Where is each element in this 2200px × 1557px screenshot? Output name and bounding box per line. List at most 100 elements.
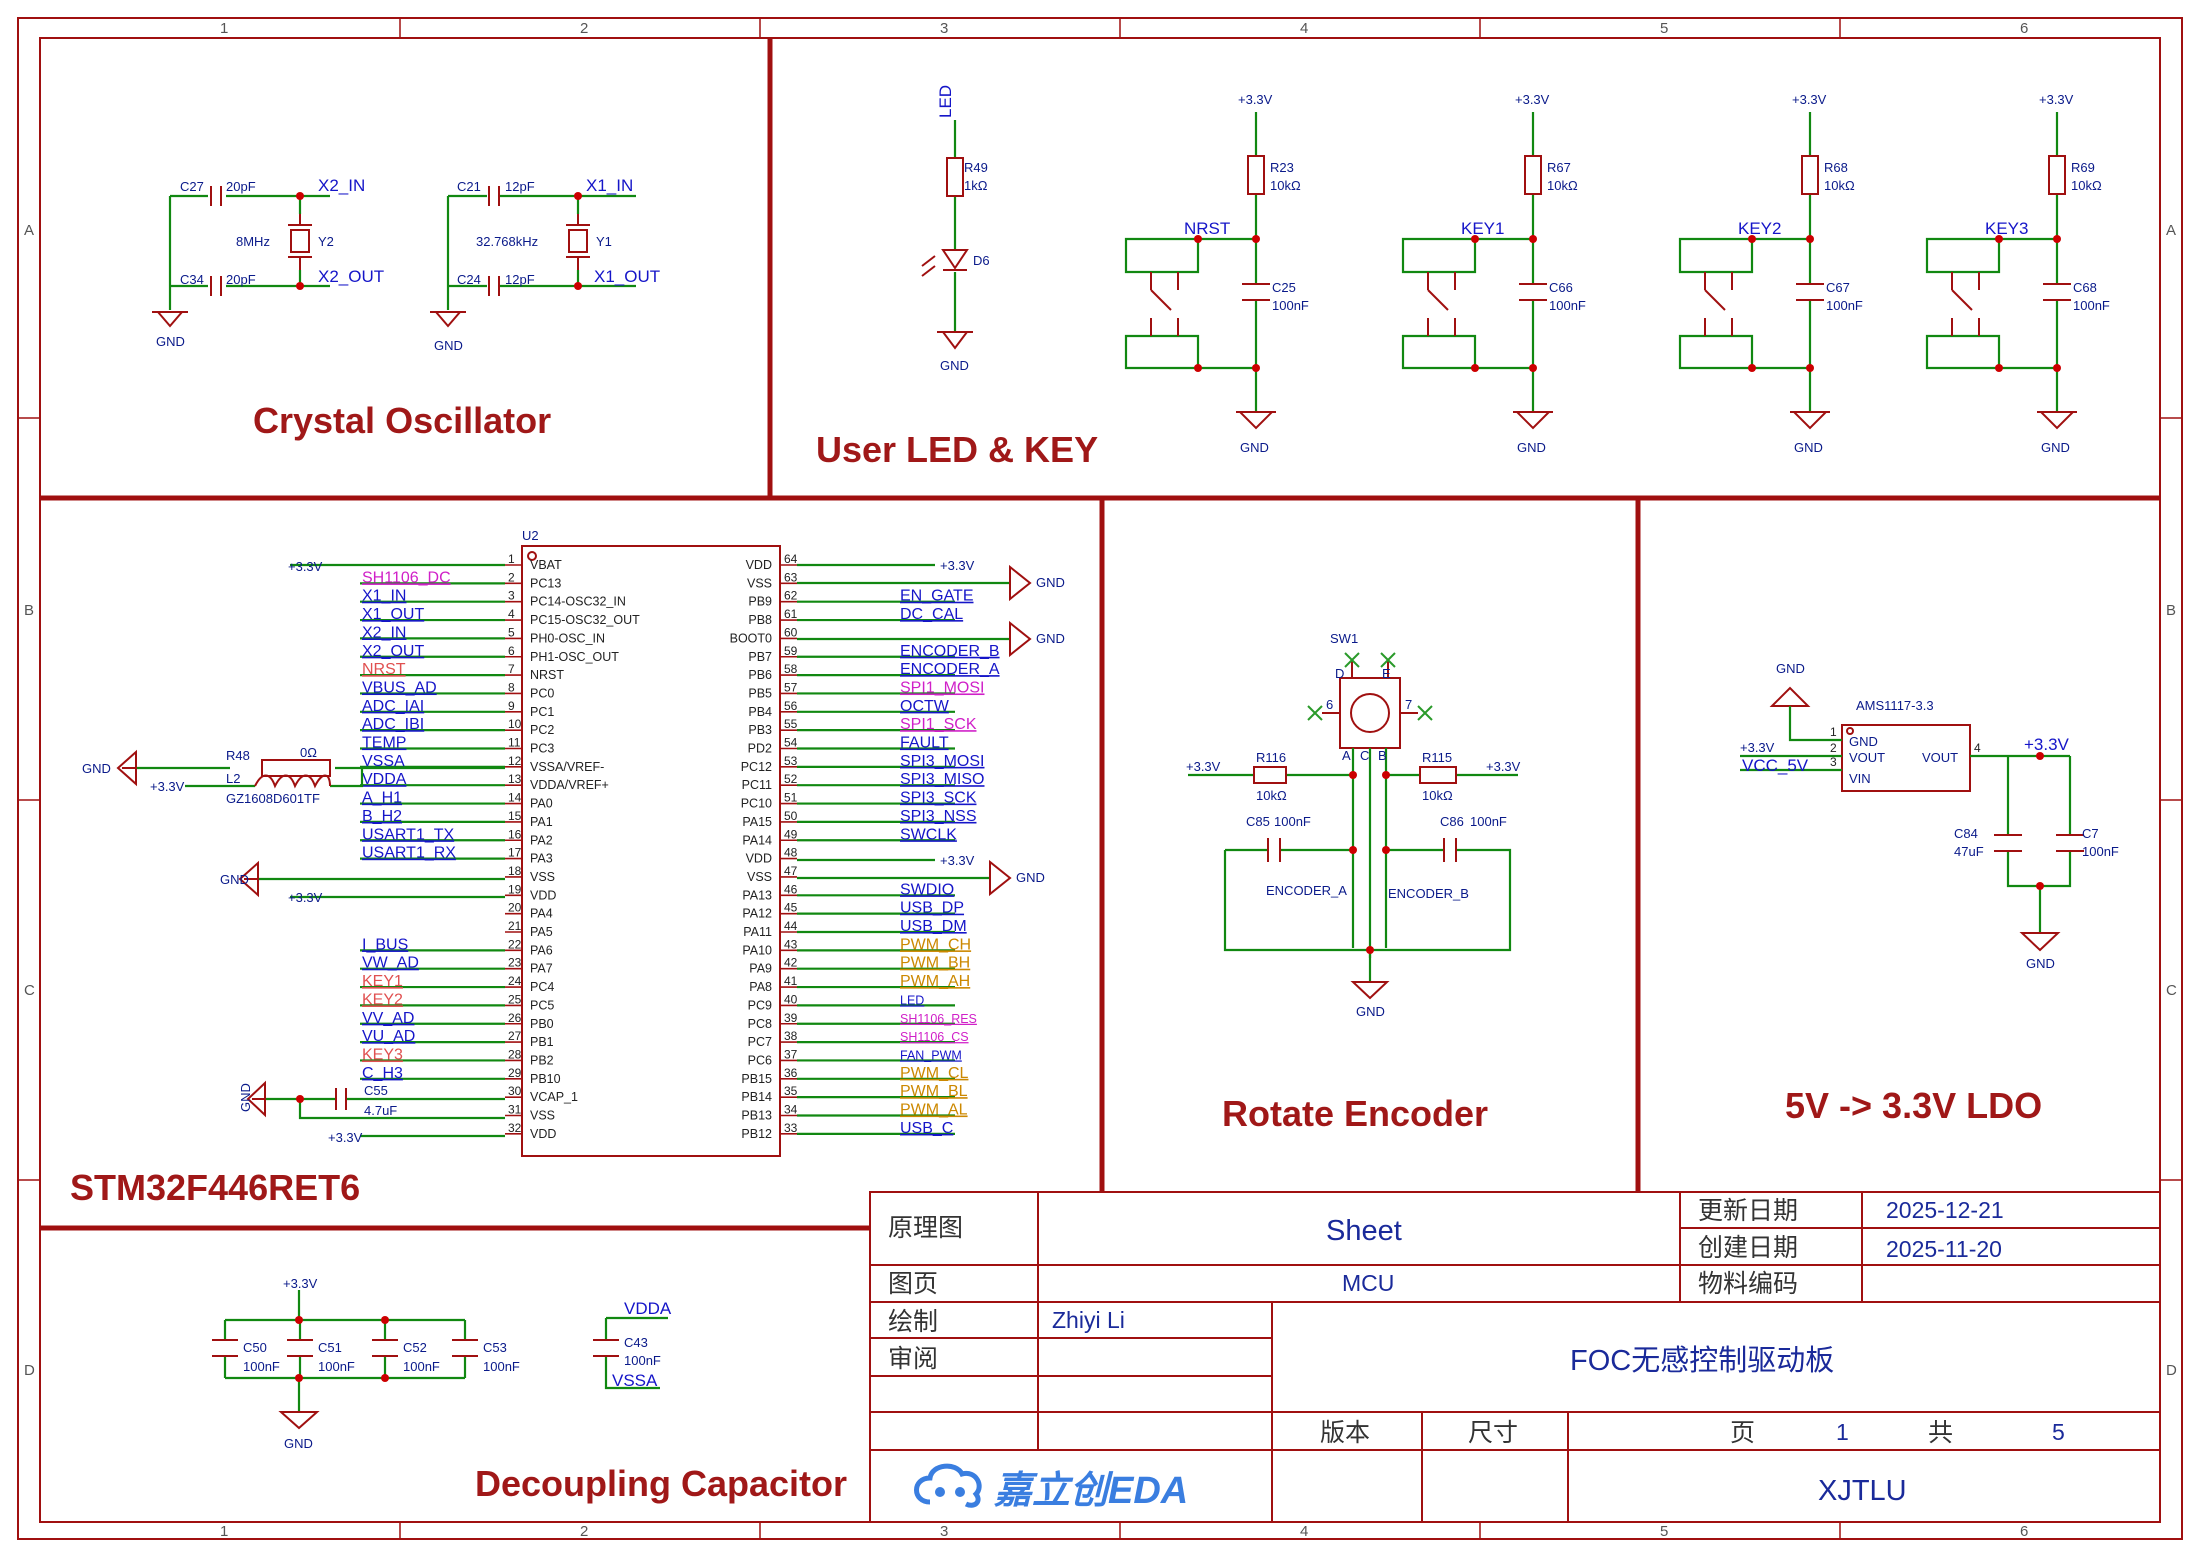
mcu-pin-name-64: VDD xyxy=(746,558,772,572)
ldo-circuit: GND AMS1117-3.3 GND VOUT VIN VOUT 1 2 3 … xyxy=(1740,661,2119,971)
r116-ref: R116 xyxy=(1256,750,1286,765)
rotary-encoder-circuit: SW1 D E 6 7 A C B +3.3V +3.3V R116 10kΩ … xyxy=(1186,631,1521,1019)
tb-review-label: 审阅 xyxy=(888,1345,938,1373)
mcu-pin-num-43: 43 xyxy=(784,937,798,951)
mcu-pin-name-28: PB2 xyxy=(530,1053,554,1067)
mcu-pin-name-13: VDDA/VREF+ xyxy=(530,778,609,792)
mcu-pin-name-52: PC11 xyxy=(742,778,772,792)
mcu-pin-name-58: PB6 xyxy=(748,668,772,682)
mcu-pin-num-25: 25 xyxy=(508,992,522,1006)
title-block: 原理图 Sheet 更新日期 2025-12-21 创建日期 2025-11-2… xyxy=(869,1191,2161,1523)
key3-r-ref: R68 xyxy=(1824,160,1848,175)
mcu-u2: U2 1 VBAT 2 PC13 SH1106_DC 3 PC14-OSC32_IN X1_I… xyxy=(82,528,1065,1157)
tb-page-label: 图页 xyxy=(888,1270,938,1298)
y1-ref: Y1 xyxy=(596,234,612,249)
net-label-pin8: VBUS_AD xyxy=(362,679,437,696)
r115-value: 10kΩ xyxy=(1422,788,1453,803)
mcu-pin-num-48: 48 xyxy=(784,846,798,860)
net-led: LED xyxy=(936,85,955,118)
mcu-pin-name-23: PA7 xyxy=(530,962,553,976)
mcu-pin-name-12: VSSA/VREF- xyxy=(530,760,604,774)
mcu-pin-name-18: VSS xyxy=(530,870,555,884)
mcu-pin-name-2: PC13 xyxy=(530,576,561,590)
tb-schematic-label: 原理图 xyxy=(888,1214,963,1242)
y1-freq: 32.768kHz xyxy=(476,234,538,249)
mcu-pin-num-49: 49 xyxy=(784,827,798,841)
ruler-col-2-bottom: 2 xyxy=(580,1523,588,1540)
ruler-row-b: B xyxy=(24,602,34,619)
mcu-pin-num-56: 56 xyxy=(784,699,798,713)
mcu-pin-num-18: 18 xyxy=(508,864,522,878)
gnd-label-pin47: GND xyxy=(1016,870,1045,885)
mcu-pin-num-16: 16 xyxy=(508,827,522,841)
ruler-row-c: C xyxy=(24,982,35,999)
key4-r-value: 10kΩ xyxy=(2071,178,2102,193)
net-label-pin41: PWM_AH xyxy=(900,973,970,990)
net-label-pin15: B_H2 xyxy=(362,808,402,825)
net-label-pin29: C_H3 xyxy=(362,1065,403,1082)
tb-drawn-label: 绘制 xyxy=(888,1308,938,1336)
title-mcu: STM32F446RET6 xyxy=(70,1167,360,1208)
net-x1-in: X1_IN xyxy=(586,176,633,195)
key1-c-ref: C25 xyxy=(1272,280,1296,295)
mcu-pin-name-38: PC7 xyxy=(748,1035,772,1049)
vbat-power-label: +3.3V xyxy=(288,559,323,574)
sw1-pin-e: E xyxy=(1382,666,1391,681)
r49-ref: R49 xyxy=(964,160,988,175)
tb-created-label: 创建日期 xyxy=(1698,1234,1798,1262)
key4-c-value: 100nF xyxy=(2073,298,2110,313)
net-label-pin22: I_BUS xyxy=(362,936,408,953)
sw1-pin-7: 7 xyxy=(1405,697,1412,712)
c24-value: 12pF xyxy=(505,272,535,287)
net-label-pin40: LED xyxy=(900,993,924,1007)
net-key1: KEY1 xyxy=(1461,219,1504,238)
tb-total-label: 共 xyxy=(1928,1419,1953,1447)
net-label-pin55: SPI1_SCK xyxy=(900,716,977,733)
ruler-col-6: 6 xyxy=(2020,20,2028,37)
net-x2-out: X2_OUT xyxy=(318,267,384,286)
mcu-pin-name-14: PA0 xyxy=(530,797,553,811)
ruler-col-1-bottom: 1 xyxy=(220,1523,228,1540)
c7-ref: C7 xyxy=(2082,826,2099,841)
mcu-pin-name-62: PB9 xyxy=(748,595,772,609)
mcu-pin-num-4: 4 xyxy=(508,607,515,621)
mcu-pin-num-9: 9 xyxy=(508,699,515,713)
mcu-pin-name-61: PB8 xyxy=(748,613,772,627)
mcu-pin-name-56: PB4 xyxy=(748,705,772,719)
mcu-pin-num-60: 60 xyxy=(784,625,798,639)
net-label-pin26: VV_AD xyxy=(362,1010,414,1027)
ldo-pin-vin: VIN xyxy=(1849,771,1871,786)
mcu-pin-num-27: 27 xyxy=(508,1029,522,1043)
mcu-pin-num-42: 42 xyxy=(784,956,798,970)
mcu-pin-num-26: 26 xyxy=(508,1011,522,1025)
key2-r-ref: R67 xyxy=(1547,160,1571,175)
sw1-pin-b: B xyxy=(1378,748,1387,763)
gnd-label-pin18: GND xyxy=(220,872,249,887)
mcu-pin-name-8: PC0 xyxy=(530,686,554,700)
key1-power-label: +3.3V xyxy=(1238,92,1273,107)
net-key2: KEY2 xyxy=(1738,219,1781,238)
c84-ref: C84 xyxy=(1954,826,1978,841)
ruler-row-d: D xyxy=(24,1362,35,1379)
net-label-pin14: A_H1 xyxy=(362,790,402,807)
net-label-pin3: X1_IN xyxy=(362,588,406,605)
ruler-row-c-right: C xyxy=(2166,982,2177,999)
mcu-pin-num-61: 61 xyxy=(784,607,798,621)
net-label-pin11: TEMP xyxy=(362,735,406,752)
net-label-pin46: SWDIO xyxy=(900,881,954,898)
net-label-pin10: ADC_IBI xyxy=(362,716,424,733)
title-user-led-key: User LED & KEY xyxy=(816,429,1098,470)
mcu-pin-name-53: PC12 xyxy=(741,760,772,774)
vdd-power-label-pin32: +3.3V xyxy=(328,1130,363,1145)
c34-ref: C34 xyxy=(180,272,204,287)
key3-power-label: +3.3V xyxy=(1792,92,1827,107)
key1-gnd-label: GND xyxy=(1240,440,1269,455)
decap-value-1: 100nF xyxy=(243,1359,280,1374)
c21-value: 12pF xyxy=(505,179,535,194)
net-encoder-a: ENCODER_A xyxy=(1266,883,1347,898)
key-circuit-4: +3.3V R69 10kΩ C68 100nF KEY3 GND xyxy=(1925,92,2110,455)
mcu-pin-name-16: PA2 xyxy=(530,833,553,847)
mcu-pin-num-29: 29 xyxy=(508,1066,522,1080)
net-label-pin2: SH1106_DC xyxy=(362,569,451,586)
key2-r-value: 10kΩ xyxy=(1547,178,1578,193)
